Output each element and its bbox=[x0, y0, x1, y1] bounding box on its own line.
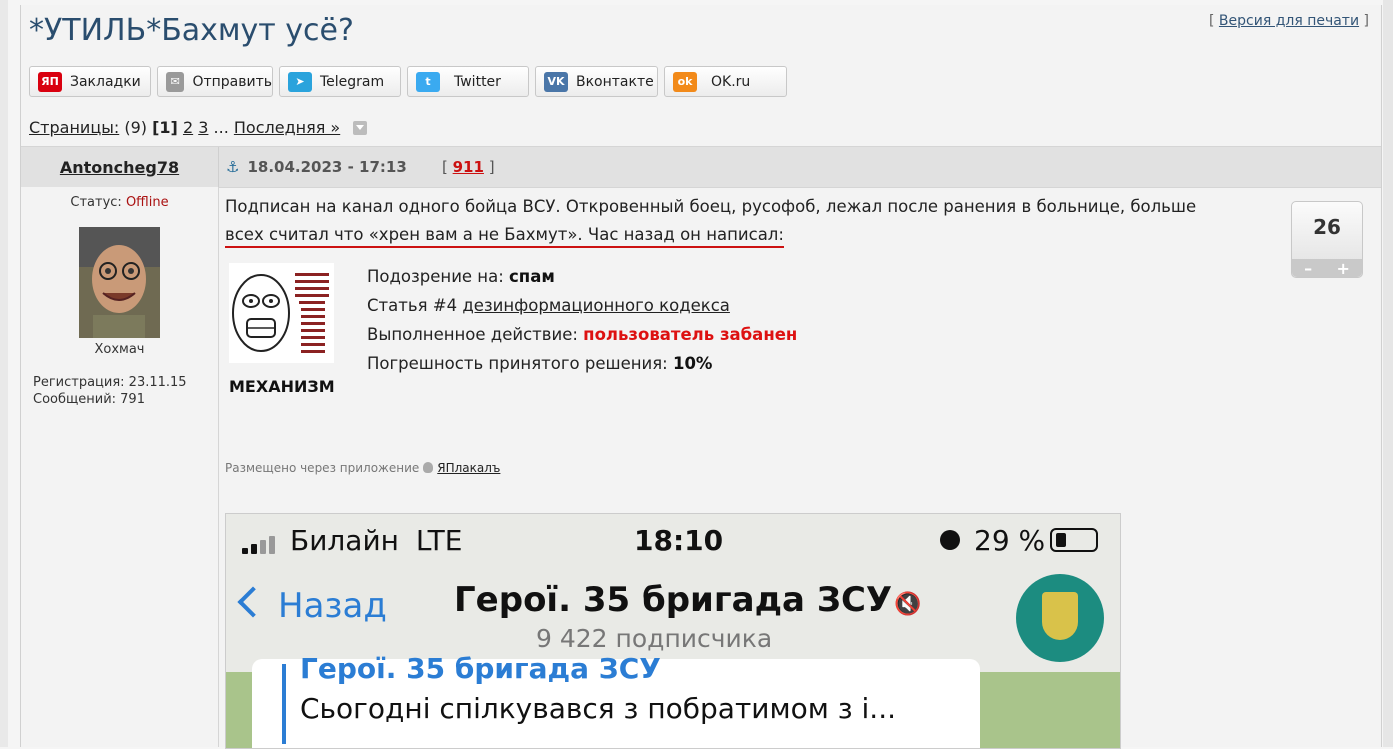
pagination: Страницы: (9) [1] 2 3 ... Последняя » bbox=[29, 118, 368, 137]
post-header: Antoncheg78 ⚓ 18.04.2023 - 17:13 [ 911 ] bbox=[21, 146, 1381, 188]
app-link[interactable]: ЯПлакалъ bbox=[437, 461, 500, 475]
signal-icon bbox=[242, 536, 278, 558]
telegram-icon: ➤ bbox=[288, 71, 312, 92]
carrier-label: Билайн LTE bbox=[290, 524, 463, 557]
telegram-screenshot[interactable]: Билайн LTE 18:10 29 % Назад Герої. 35 бр… bbox=[225, 513, 1121, 749]
share-vk-button[interactable]: VK Вконтакте bbox=[535, 66, 658, 97]
share-bookmarks-button[interactable]: ЯП Закладки bbox=[29, 66, 151, 97]
post-meta: ⚓ 18.04.2023 - 17:13 [ 911 ] bbox=[226, 158, 495, 176]
user-stats: Регистрация: 23.11.15 Сообщений: 791 bbox=[33, 374, 187, 408]
current-page: [1] bbox=[152, 118, 178, 137]
pages-dropdown-icon[interactable] bbox=[353, 121, 368, 135]
share-toolbar: ЯП Закладки ✉ Отправить ➤ Telegram t Twi… bbox=[29, 66, 787, 97]
topic-page: *УТИЛЬ*Бахмут усё? [ Версия для печати ]… bbox=[20, 5, 1382, 749]
status-offline: Offline bbox=[125, 195, 169, 210]
rating-minus-button[interactable]: – bbox=[1304, 259, 1312, 278]
rating-value: 26 bbox=[1313, 215, 1341, 239]
user-avatar[interactable] bbox=[79, 227, 160, 338]
rage-face-image bbox=[229, 263, 334, 363]
apple-icon bbox=[423, 462, 434, 473]
subscriber-count: 9 422 подписчика bbox=[536, 624, 773, 653]
left-gutter bbox=[0, 0, 8, 747]
post-date: 18.04.2023 - 17:13 bbox=[247, 158, 407, 176]
mechanism-block: МЕХАНИЗМ bbox=[229, 263, 335, 396]
share-ok-button[interactable]: ok OK.ru bbox=[664, 66, 787, 97]
quote-text: Сьогодні спілкувався з побратимом з і... bbox=[300, 692, 897, 725]
registration-date: Регистрация: 23.11.15 bbox=[33, 375, 187, 390]
quote-author: Герої. 35 бригада ЗСУ bbox=[300, 652, 661, 685]
post-number: [ 911 ] bbox=[442, 158, 495, 176]
user-title: Хохмач bbox=[94, 342, 145, 357]
rating-controls: – + bbox=[1292, 259, 1362, 278]
page-scrollbar[interactable] bbox=[1383, 0, 1393, 747]
share-email-button[interactable]: ✉ Отправить bbox=[157, 66, 273, 97]
user-status: Статус: Offline bbox=[70, 195, 169, 210]
share-telegram-button[interactable]: ➤ Telegram bbox=[279, 66, 401, 97]
mechanism-verdict: Подозрение на: спам Статья #4 дезинформа… bbox=[367, 267, 798, 373]
posted-via: Размещено через приложение ЯПлакалъ bbox=[225, 461, 501, 475]
post-text: Подписан на канал одного бойца ВСУ. Откр… bbox=[225, 193, 1285, 249]
mute-icon: 🔇 bbox=[894, 592, 922, 617]
author-link[interactable]: Antoncheg78 bbox=[60, 158, 179, 177]
share-twitter-button[interactable]: t Twitter bbox=[407, 66, 529, 97]
back-button: Назад bbox=[237, 586, 387, 626]
channel-emblem-icon bbox=[1016, 574, 1104, 662]
alarm-icon bbox=[940, 530, 960, 550]
vk-icon: VK bbox=[544, 71, 568, 92]
chevron-left-icon bbox=[237, 586, 269, 618]
channel-name: Герої. 35 бригада ЗСУ bbox=[454, 580, 893, 620]
battery-icon bbox=[1050, 528, 1098, 552]
post-number-link[interactable]: 911 bbox=[453, 158, 484, 176]
envelope-icon: ✉ bbox=[166, 71, 185, 92]
anchor-icon[interactable]: ⚓ bbox=[226, 158, 239, 176]
yap-logo-icon: ЯП bbox=[38, 71, 62, 92]
pages-label-link[interactable]: Страницы: bbox=[29, 118, 119, 137]
post-body: Подписан на канал одного бойца ВСУ. Откр… bbox=[225, 193, 1285, 249]
topic-title: *УТИЛЬ*Бахмут усё? bbox=[29, 13, 354, 48]
twitter-icon: t bbox=[416, 71, 440, 92]
codex-link[interactable]: дезинформационного кодекса bbox=[462, 296, 730, 315]
author-cell: Antoncheg78 bbox=[21, 147, 219, 187]
page-3-link[interactable]: 3 bbox=[198, 118, 208, 137]
print-version-link[interactable]: Версия для печати bbox=[1219, 13, 1359, 29]
message-count: Сообщений: 791 bbox=[33, 392, 145, 407]
clock-label: 18:10 bbox=[634, 524, 724, 557]
mechanism-caption: МЕХАНИЗМ bbox=[229, 377, 335, 396]
post-rating: 26 – + bbox=[1291, 201, 1363, 278]
last-page-link[interactable]: Последняя » bbox=[234, 118, 340, 137]
battery-label: 29 % bbox=[974, 524, 1046, 557]
rating-plus-button[interactable]: + bbox=[1336, 259, 1349, 278]
odnoklassniki-icon: ok bbox=[673, 71, 697, 92]
print-version: [ Версия для печати ] bbox=[1209, 13, 1369, 29]
page-2-link[interactable]: 2 bbox=[183, 118, 193, 137]
user-info-column: Статус: Offline Хохмач Регистрация: 23.1… bbox=[21, 187, 219, 747]
quote-bar bbox=[282, 664, 286, 744]
